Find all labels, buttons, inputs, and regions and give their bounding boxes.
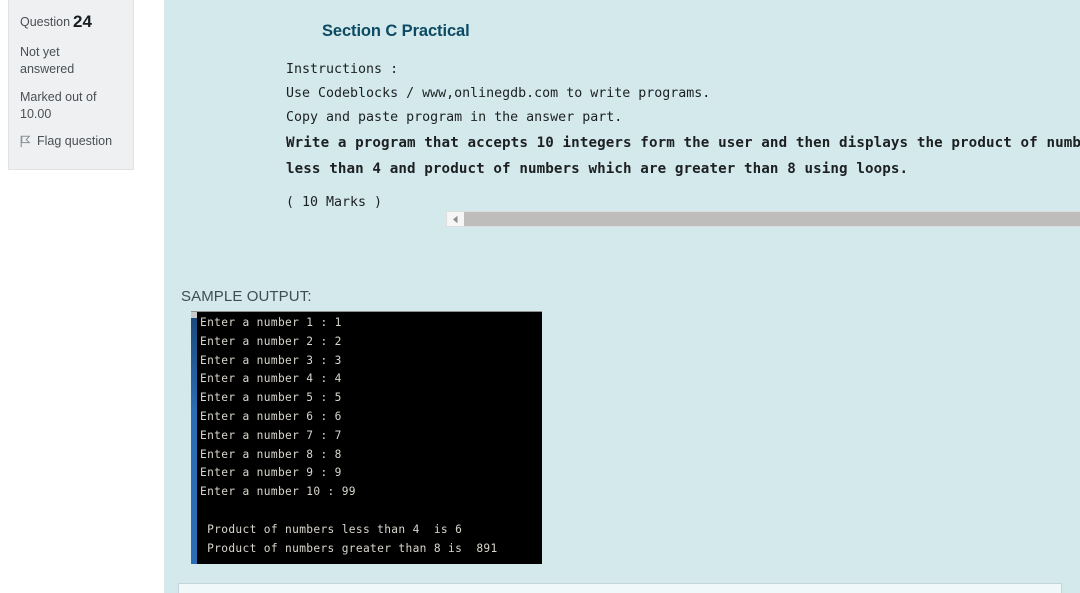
flag-outline-icon: [20, 135, 31, 148]
scrollbar-track[interactable]: [464, 212, 1080, 226]
question-prompt-line: less than 4 and product of numbers which…: [286, 161, 909, 177]
quiz-question-page: Question 24 Not yet answered Marked out o…: [0, 0, 1080, 593]
question-number-row: Question 24: [20, 12, 122, 32]
question-status-line-2: answered: [20, 62, 75, 76]
terminal-output-text: Enter a number 1 : 1 Enter a number 2 : …: [200, 314, 542, 564]
terminal-line: Enter a number 10 : 99: [200, 485, 356, 499]
question-label: Question: [20, 15, 71, 29]
instruction-line: Use Codeblocks / www,onlinegdb.com to wr…: [286, 86, 711, 101]
scrollbar-thumb[interactable]: [464, 212, 1080, 226]
terminal-line: Enter a number 1 : 1: [200, 316, 342, 329]
panel-left-divider: [160, 0, 164, 593]
sample-output-label: SAMPLE OUTPUT:: [181, 288, 312, 305]
terminal-line: Enter a number 4 : 4: [200, 372, 342, 386]
terminal-line: Product of numbers less than 4 is 6: [200, 522, 463, 536]
terminal-line: Enter a number 8 : 8: [200, 447, 342, 461]
terminal-line: Enter a number 9 : 9: [200, 466, 342, 480]
terminal-line: Enter a number 7 : 7: [200, 428, 342, 442]
horizontal-scrollbar[interactable]: [446, 211, 1080, 227]
question-status: Not yet answered: [20, 44, 122, 78]
question-prompt-line: Write a program that accepts 10 integers…: [286, 135, 1080, 151]
terminal-line: Enter a number 5 : 5: [200, 391, 342, 405]
instruction-line: Copy and paste program in the answer par…: [286, 110, 623, 125]
terminal-left-accent-strip: [191, 312, 197, 564]
question-number: 24: [73, 12, 92, 31]
flag-question-button[interactable]: Flag question: [20, 134, 122, 148]
question-marks: Marked out of 10.00: [20, 89, 122, 123]
flag-question-label: Flag question: [37, 134, 113, 148]
question-marks-line-1: Marked out of: [20, 90, 97, 104]
answer-area-box[interactable]: [178, 583, 1062, 593]
terminal-line: Enter a number 3 : 3: [200, 353, 342, 367]
question-info-box: Question 24 Not yet answered Marked out o…: [8, 0, 134, 170]
section-title: Section C Practical: [322, 22, 470, 40]
terminal-line: Enter a number 2 : 2: [200, 334, 342, 348]
question-text-block: Section C Practical Instructions : Use C…: [286, 22, 1080, 215]
question-content-panel: Section C Practical Instructions : Use C…: [160, 0, 1080, 593]
question-marks-line-2: 10.00: [20, 107, 52, 121]
terminal-line: Product of numbers greater than 8 is 891: [200, 541, 498, 555]
instruction-line: Instructions :: [286, 62, 399, 77]
question-status-line-1: Not yet: [20, 45, 60, 59]
sample-output-terminal-image: Enter a number 1 : 1 Enter a number 2 : …: [191, 311, 542, 564]
triangle-left-icon[interactable]: [447, 212, 464, 226]
terminal-line: Enter a number 6 : 6: [200, 409, 342, 423]
